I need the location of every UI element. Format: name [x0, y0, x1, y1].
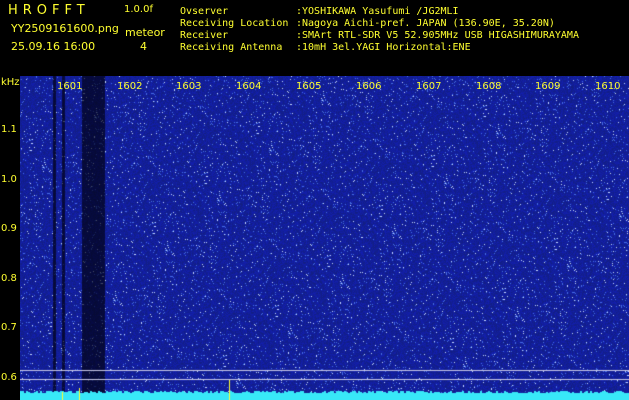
datetime-text: 25.09.16 16:00 — [11, 40, 96, 53]
y-tick-label: 1.0 — [1, 174, 17, 185]
spectrogram-canvas — [0, 76, 629, 400]
version-text: 1.0.0f — [124, 4, 153, 15]
x-tick-label: 1607 — [416, 81, 442, 92]
y-tick-label: 1.1 — [1, 124, 17, 135]
x-tick-label: 1602 — [117, 81, 143, 92]
antenna-label: Receiving Antenna — [180, 42, 283, 53]
x-tick-label: 1601 — [57, 81, 83, 92]
receiver-value: :SMArt RTL-SDR V5 52.905MHz USB HIGASHIM… — [296, 30, 579, 41]
y-unit-label: kHz — [1, 77, 20, 88]
location-label: Receiving Location — [180, 18, 289, 29]
location-value: :Nagoya Aichi-pref. JAPAN (136.90E, 35.2… — [296, 18, 555, 29]
x-tick-label: 1604 — [236, 81, 262, 92]
filename-text: YY2509161600.png — [11, 22, 119, 35]
y-axis-labels: kHz 1.1 1.0 0.9 0.8 0.7 0.6 — [0, 76, 20, 400]
meteor-count: 4 — [140, 40, 147, 53]
antenna-value: :10mH 3el.YAGI Horizontal:ENE — [296, 42, 471, 53]
x-tick-label: 1606 — [356, 81, 382, 92]
y-tick-label: 0.9 — [1, 223, 17, 234]
meteor-label: meteor — [125, 26, 165, 39]
x-tick-label: 1603 — [176, 81, 202, 92]
x-tick-label: 1605 — [296, 81, 322, 92]
header-panel: HROFFT 1.0.0f YY2509161600.png 25.09.16 … — [0, 0, 629, 76]
y-tick-label: 0.7 — [1, 322, 17, 333]
y-tick-label: 0.6 — [1, 372, 17, 383]
receiver-label: Receiver — [180, 30, 229, 41]
logo-text: HROFFT — [8, 3, 90, 18]
x-tick-label: 1609 — [535, 81, 561, 92]
y-tick-label: 0.8 — [1, 273, 17, 284]
x-tick-label: 1610 — [595, 81, 621, 92]
observer-label: Ovserver — [180, 6, 229, 17]
observer-value: :YOSHIKAWA Yasufumi /JG2MLI — [296, 6, 459, 17]
x-tick-label: 1608 — [476, 81, 502, 92]
